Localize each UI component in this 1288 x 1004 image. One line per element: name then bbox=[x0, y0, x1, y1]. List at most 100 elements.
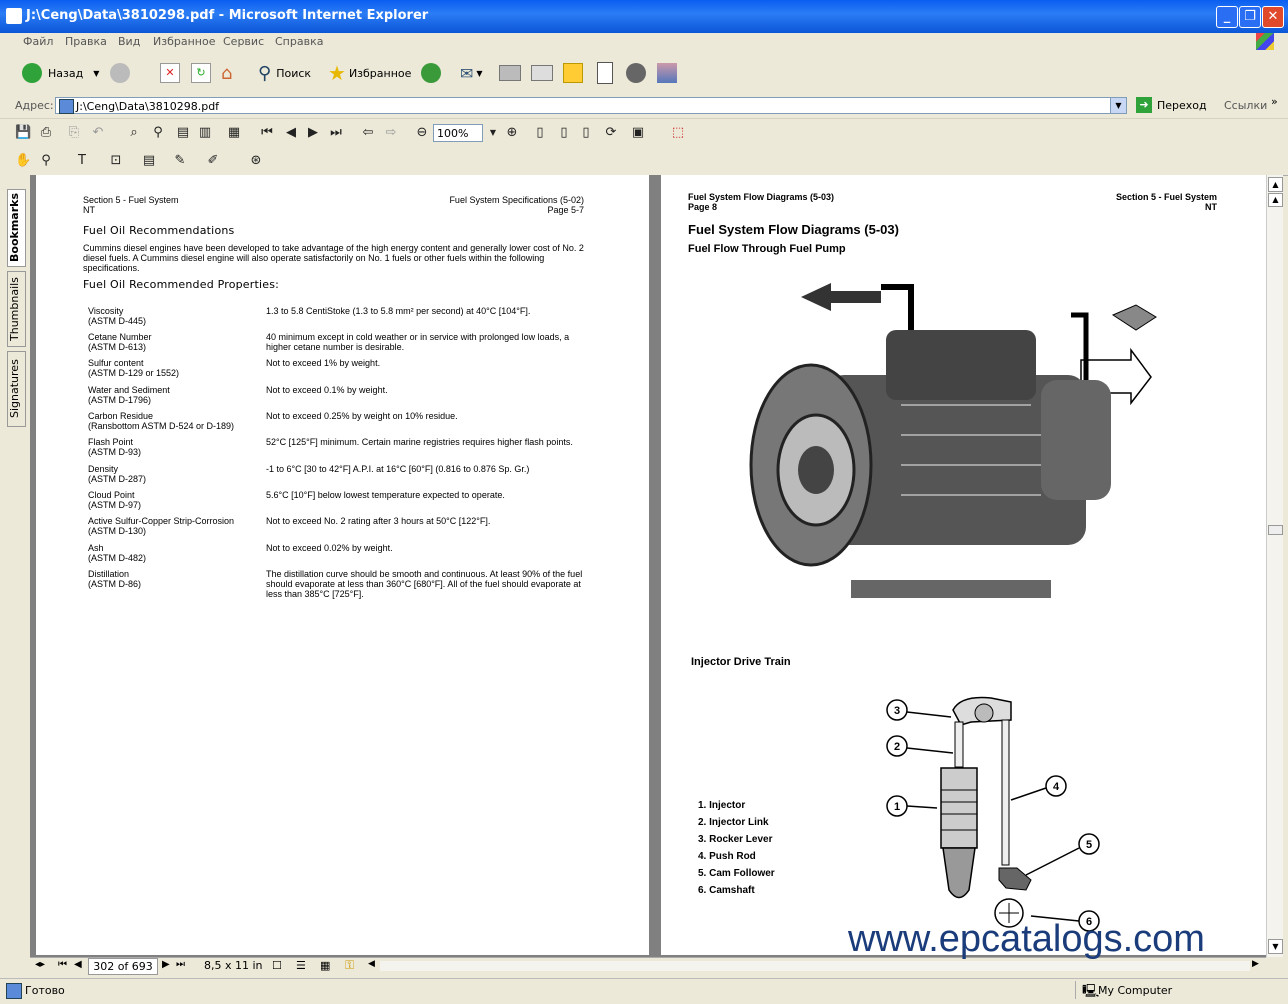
vertical-scrollbar[interactable]: ▲ ▲ ▼ bbox=[1266, 175, 1283, 957]
text-select-icon[interactable]: T bbox=[74, 153, 90, 169]
zoom-out-icon[interactable]: ⊖ bbox=[414, 125, 430, 141]
find-icon[interactable]: ⌕ bbox=[126, 125, 142, 141]
left-header-section: Section 5 - Fuel System bbox=[83, 195, 179, 205]
page-number-input[interactable]: 302 of 693 bbox=[88, 958, 158, 975]
next-page-button[interactable]: ▶ bbox=[162, 959, 170, 970]
acrobat-icon[interactable]: ⬚ bbox=[670, 125, 686, 141]
menu-help[interactable]: Справка bbox=[275, 35, 323, 48]
first-page-icon[interactable]: ⏮ bbox=[259, 125, 275, 141]
search-doc-icon[interactable]: ⚲ bbox=[150, 125, 166, 141]
menu-favorites[interactable]: Избранное bbox=[153, 35, 215, 48]
injector-body bbox=[940, 767, 978, 849]
prev-page-icon[interactable]: ◀ bbox=[283, 125, 299, 141]
back-button[interactable]: Назад ▼ bbox=[22, 61, 99, 85]
links-label[interactable]: Ссылки bbox=[1224, 99, 1267, 112]
hscroll-right-arrow[interactable]: ▶ bbox=[1252, 959, 1259, 969]
spell-icon[interactable]: ▤ bbox=[175, 125, 191, 141]
note-tool-icon[interactable]: ▤ bbox=[141, 153, 157, 169]
article-icon[interactable]: ▦ bbox=[226, 125, 242, 141]
messenger-button[interactable] bbox=[597, 61, 613, 85]
chevron-right-icon[interactable]: » bbox=[1271, 95, 1278, 108]
home-button[interactable]: ⌂ bbox=[221, 61, 232, 85]
spell2-icon[interactable]: ▥ bbox=[197, 125, 213, 141]
discuss-button[interactable] bbox=[563, 61, 583, 85]
scroll-thumb[interactable] bbox=[1268, 525, 1283, 535]
fit-page-icon[interactable]: ▯ bbox=[556, 125, 572, 141]
zoom-in-icon[interactable]: ⊕ bbox=[504, 125, 520, 141]
left-header-spec: Fuel System Specifications (5-02) bbox=[449, 195, 584, 205]
search-button[interactable]: ⚲ Поиск bbox=[258, 61, 311, 85]
reader-toolbar-main: 💾 ⎙ ⎘ ↶ ⌕ ⚲ ▤ ▥ ▦ ⏮ ◀ ▶ ⏭ ⇦ ⇨ ⊖ 100% ▼ ⊕… bbox=[0, 120, 1288, 149]
spec-name: Carbon Residue (Ransbottom ASTM D-524 or … bbox=[88, 411, 266, 431]
spec-label: Density bbox=[88, 464, 119, 474]
next-page-icon[interactable]: ▶ bbox=[305, 125, 321, 141]
nav-toggle-icon[interactable]: ◂▸ bbox=[35, 959, 45, 970]
go-button[interactable]: ➜ Переход bbox=[1136, 97, 1207, 113]
fit-width-icon[interactable]: ▯ bbox=[578, 125, 594, 141]
watermark: www.epcatalogs.com bbox=[848, 918, 1205, 960]
media-button[interactable] bbox=[657, 61, 677, 85]
scroll-up-arrow[interactable]: ▲ bbox=[1268, 177, 1283, 192]
rotate-icon[interactable]: ⟳ bbox=[603, 125, 619, 141]
window-title: J:\Ceng\Data\3810298.pdf - Microsoft Int… bbox=[26, 8, 429, 23]
address-input[interactable]: J:\Ceng\Data\3810298.pdf ▼ bbox=[55, 97, 1127, 114]
undo-icon[interactable]: ↶ bbox=[90, 125, 106, 141]
menu-view[interactable]: Вид bbox=[118, 35, 140, 48]
print-icon[interactable]: ⎙ bbox=[38, 125, 54, 141]
mail-button[interactable]: ✉ ▼ bbox=[460, 61, 483, 85]
facing-icon[interactable]: ▦ bbox=[320, 959, 330, 972]
refresh-button[interactable]: ↻ bbox=[191, 61, 211, 85]
horizontal-scrollbar[interactable] bbox=[380, 961, 1250, 971]
close-button[interactable]: ✕ bbox=[1262, 6, 1284, 28]
hand-tool-icon[interactable]: ✋ bbox=[15, 153, 31, 169]
scroll-up-arrow-2[interactable]: ▲ bbox=[1268, 193, 1283, 207]
first-page-button[interactable]: ⏮ bbox=[58, 959, 67, 970]
research-button[interactable] bbox=[626, 61, 646, 85]
last-page-icon[interactable]: ⏭ bbox=[328, 125, 344, 141]
forward-button[interactable] bbox=[110, 61, 130, 85]
highlight-icon[interactable]: ✐ bbox=[205, 153, 221, 169]
snapshot-icon[interactable]: ⊡ bbox=[108, 153, 124, 169]
chevron-down-icon[interactable]: ▼ bbox=[485, 125, 501, 141]
fuel-out-arrow bbox=[801, 283, 881, 311]
back-view-icon[interactable]: ⇦ bbox=[360, 125, 376, 141]
left-title: Fuel Oil Recommendations bbox=[83, 224, 235, 237]
zoom-tool-icon[interactable]: ⚲ bbox=[38, 153, 54, 169]
right-subtitle: Fuel Flow Through Fuel Pump bbox=[688, 243, 846, 255]
print-button[interactable] bbox=[499, 61, 521, 85]
save-icon[interactable]: 💾 bbox=[15, 125, 31, 141]
favorites-label: Избранное bbox=[348, 66, 412, 80]
tab-thumbnails[interactable]: Thumbnails bbox=[7, 271, 26, 347]
menu-tools[interactable]: Сервис bbox=[223, 35, 264, 48]
history-button[interactable] bbox=[421, 61, 441, 85]
continuous-icon[interactable]: ☰ bbox=[296, 959, 306, 972]
part-item-1: 1. Injector bbox=[698, 800, 746, 811]
pages-icon[interactable]: ▣ bbox=[630, 125, 646, 141]
zoom-input[interactable]: 100% bbox=[433, 124, 483, 142]
spec-standard: (ASTM D-86) bbox=[88, 579, 142, 589]
menu-file[interactable]: Файл bbox=[23, 35, 53, 48]
menu-edit[interactable]: Правка bbox=[65, 35, 107, 48]
maximize-button[interactable]: ❐ bbox=[1239, 6, 1261, 28]
prev-page-button[interactable]: ◀ bbox=[74, 959, 82, 970]
minimize-button[interactable]: _ bbox=[1216, 6, 1238, 28]
last-page-button[interactable]: ⏭ bbox=[176, 959, 185, 970]
edit-button[interactable] bbox=[531, 61, 553, 85]
ie-icon bbox=[6, 8, 22, 24]
tab-bookmarks[interactable]: Bookmarks bbox=[7, 189, 26, 267]
review-icon[interactable]: ⊛ bbox=[248, 153, 264, 169]
single-page-icon[interactable]: ☐ bbox=[272, 959, 282, 972]
key-icon: ⚿ bbox=[345, 958, 355, 972]
stop-icon: ✕ bbox=[160, 63, 180, 83]
scroll-down-arrow[interactable]: ▼ bbox=[1268, 939, 1283, 954]
forward-view-icon[interactable]: ⇨ bbox=[383, 125, 399, 141]
copy-icon[interactable]: ⎘ bbox=[66, 125, 82, 141]
tab-signatures[interactable]: Signatures bbox=[7, 351, 26, 427]
hscroll-left-arrow[interactable]: ◀ bbox=[368, 959, 375, 969]
address-dropdown[interactable]: ▼ bbox=[1110, 98, 1126, 113]
actual-size-icon[interactable]: ▯ bbox=[532, 125, 548, 141]
stop-button[interactable]: ✕ bbox=[160, 61, 180, 85]
print-icon bbox=[499, 65, 521, 81]
pencil-icon[interactable]: ✎ bbox=[172, 153, 188, 169]
favorites-button[interactable]: ★ Избранное bbox=[328, 61, 411, 85]
